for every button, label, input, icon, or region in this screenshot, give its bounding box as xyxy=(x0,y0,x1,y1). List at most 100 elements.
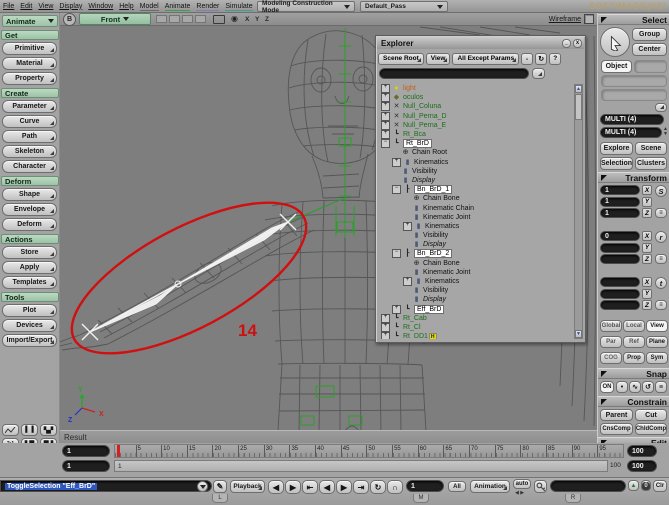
translate-x-field[interactable] xyxy=(600,277,640,287)
scroll-thumb[interactable] xyxy=(575,94,582,120)
menu-display[interactable]: Display xyxy=(59,3,82,10)
eye-icon[interactable]: ◉ xyxy=(231,15,238,23)
expand-icon[interactable]: + xyxy=(381,120,390,130)
snap-on-button[interactable]: ON xyxy=(600,381,614,393)
prop-button[interactable]: Prop xyxy=(623,352,645,364)
step-forward-button[interactable]: ▶ xyxy=(285,480,301,494)
playback-menu-button[interactable]: Playback xyxy=(230,480,265,493)
step-back-button[interactable]: ◀ xyxy=(268,480,284,494)
selection-options-button[interactable] xyxy=(655,103,667,112)
button-material[interactable]: Material xyxy=(2,57,57,70)
tree-item[interactable]: + ┗ Rt_Cl xyxy=(379,322,573,332)
collapse-icon[interactable]: − xyxy=(392,185,401,195)
mouse-tab-l[interactable]: L xyxy=(212,494,228,503)
curve-snap-icon[interactable]: ∿ xyxy=(629,381,641,393)
clusters-button[interactable]: Clusters xyxy=(635,157,667,170)
play-forward-button[interactable]: ▶ xyxy=(336,480,352,494)
button-shape[interactable]: Shape xyxy=(2,188,57,201)
chldcomp-button[interactable]: ChldComp xyxy=(635,423,667,435)
tree-item[interactable]: + ✕ Null_Perna_D xyxy=(379,111,573,121)
tree-item[interactable]: + ┗ Rt_Bca xyxy=(379,130,573,140)
pass-dropdown[interactable]: Default_Pass xyxy=(360,1,448,12)
rotate-options-icon[interactable]: ≡ xyxy=(655,254,667,264)
animation-menu-button[interactable]: Animation xyxy=(470,480,510,493)
message-up-icon[interactable]: ▲ xyxy=(628,480,639,491)
tree-item[interactable]: ▮ Visibility xyxy=(379,231,573,240)
rotate-x-field[interactable]: 0 xyxy=(600,231,640,241)
collapse-icon[interactable]: − xyxy=(381,139,390,149)
tree-item[interactable]: ▮ Kinematic Joint xyxy=(379,268,573,277)
command-history-dropdown[interactable] xyxy=(197,481,208,492)
all-button[interactable]: All xyxy=(448,481,466,492)
button-property[interactable]: Property xyxy=(2,72,57,85)
search-options-button[interactable] xyxy=(532,68,545,79)
resize-viewport-icon[interactable] xyxy=(584,14,594,24)
explorer-panel[interactable]: Explorer _ x Scene Root View All Except … xyxy=(375,35,586,343)
loop-button[interactable]: ↻ xyxy=(370,480,386,494)
translate-options-icon[interactable]: ≡ xyxy=(655,300,667,310)
cog-button[interactable]: COG xyxy=(600,352,622,364)
filter-dropdown[interactable]: All Except Params xyxy=(452,52,520,65)
cut-button[interactable]: Cut xyxy=(635,409,667,421)
tree-item[interactable]: + ┗ Rt_DD1 H xyxy=(379,332,573,339)
button-devices[interactable]: Devices xyxy=(2,319,57,332)
select-tool-button[interactable] xyxy=(600,27,630,57)
view-dropdown[interactable]: View xyxy=(425,52,451,65)
button-parameter[interactable]: Parameter xyxy=(2,100,57,113)
tree-item[interactable]: − ┠ Bn_BrD_2 xyxy=(379,249,573,259)
translate-mode-button[interactable]: t xyxy=(655,277,667,289)
module-menu-render[interactable]: Render xyxy=(196,2,220,11)
close-icon[interactable]: x xyxy=(573,38,582,48)
sym-button[interactable]: Sym xyxy=(646,352,668,364)
tree-item[interactable]: + ┗ Eff_BrD xyxy=(379,304,573,314)
button-deform[interactable]: Deform xyxy=(2,218,57,231)
button-path[interactable]: Path xyxy=(2,130,57,143)
message-field[interactable] xyxy=(550,480,626,492)
scale-y-axis-button[interactable]: Y xyxy=(642,196,652,207)
button-import-export[interactable]: Import/Export xyxy=(2,334,57,347)
rotate-y-field[interactable] xyxy=(600,242,640,253)
button-plot[interactable]: Plot xyxy=(2,304,57,317)
translate-y-field[interactable] xyxy=(600,288,640,299)
tree-item[interactable]: ⊕ Chain Root xyxy=(379,148,573,157)
expand-icon[interactable]: + xyxy=(403,221,412,231)
module-menu-model[interactable]: Model xyxy=(139,2,159,11)
camera-dropdown[interactable]: Front xyxy=(79,13,151,25)
button-apply[interactable]: Apply xyxy=(2,261,57,274)
object-filter-button[interactable]: Object xyxy=(601,60,632,73)
explorer-scrollbar[interactable]: ▲ ▼ xyxy=(574,84,583,339)
range-end-field[interactable]: 100 xyxy=(627,460,657,472)
expand-icon[interactable]: + xyxy=(381,111,390,121)
tree-item[interactable]: ⊕ Chain Bone xyxy=(379,259,573,268)
scale-z-field[interactable]: 1 xyxy=(600,208,640,218)
tree-item[interactable]: − ┠ Bn_BrD_1 xyxy=(379,185,573,195)
group-button[interactable]: Group xyxy=(632,28,667,41)
menu-file[interactable]: File xyxy=(3,3,14,10)
scale-x-axis-button[interactable]: X xyxy=(642,185,652,195)
expand-icon[interactable]: + xyxy=(381,130,390,140)
autokey-arrows-icon[interactable]: ◀ ▶ xyxy=(515,490,524,496)
button-skeleton[interactable]: Skeleton xyxy=(2,145,57,158)
tree-item[interactable]: + ▮ Kinematics xyxy=(379,277,573,287)
tree-item[interactable]: + ◆ oculos xyxy=(379,93,573,103)
expand-icon[interactable]: + xyxy=(403,277,412,287)
refresh-icon[interactable]: ↻ xyxy=(535,52,548,65)
tree-item[interactable]: + ▮ Kinematics xyxy=(379,221,573,231)
mode-plane-button[interactable]: Plane xyxy=(646,336,668,348)
parent-button[interactable]: Parent xyxy=(600,409,633,421)
audio-button[interactable]: ∩ xyxy=(387,480,403,494)
tree-item[interactable]: ▮ Visibility xyxy=(379,286,573,295)
tree-item[interactable]: ▮ Display xyxy=(379,176,573,185)
menu-edit[interactable]: Edit xyxy=(20,3,32,10)
mode-local-button[interactable]: Local xyxy=(623,320,645,332)
translate-x-axis-button[interactable]: X xyxy=(642,277,652,287)
collapse-icon[interactable]: − xyxy=(392,249,401,259)
object-snap-icon[interactable]: ↺ xyxy=(642,381,654,393)
scroll-up-icon[interactable]: ▲ xyxy=(575,85,582,93)
button-character[interactable]: Character xyxy=(2,160,57,173)
viewport-letter-badge[interactable]: B xyxy=(63,13,76,26)
expand-icon[interactable]: + xyxy=(392,157,401,167)
tree-item[interactable]: ▮ Display xyxy=(379,295,573,304)
command-status-field[interactable]: ToggleSelection "Eff_BrD" xyxy=(0,480,212,492)
scale-options-icon[interactable]: ≡ xyxy=(655,208,667,218)
